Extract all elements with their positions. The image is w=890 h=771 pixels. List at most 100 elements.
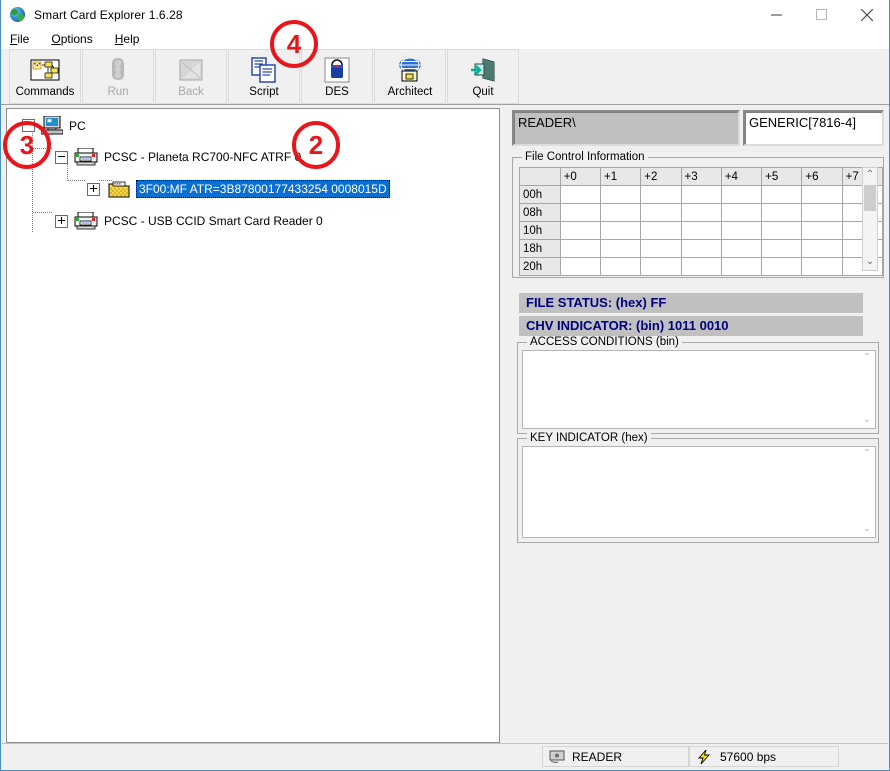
application-window: Smart Card Explorer 1.6.28 File Options … (0, 0, 890, 771)
fci-cell[interactable] (680, 185, 722, 204)
fci-cell[interactable] (720, 185, 763, 204)
toolbar-button-commands[interactable]: Commands (9, 49, 81, 104)
fci-cell[interactable] (640, 185, 682, 204)
script-icon (250, 55, 278, 85)
reader-path-field[interactable]: READER\ (512, 110, 740, 146)
tree-node-reader-planeta[interactable]: PCSC - Planeta RC700-NFC ATRF 0 (55, 147, 301, 166)
fci-cell[interactable] (559, 257, 601, 276)
fci-cell[interactable] (801, 257, 843, 276)
tree-expander-expand[interactable] (87, 182, 100, 196)
tree-node-reader-usb-ccid[interactable]: PCSC - USB CCID Smart Card Reader 0 (55, 211, 323, 230)
fci-cell[interactable] (801, 185, 843, 204)
card-type-field[interactable]: GENERIC[7816-4] (743, 110, 884, 146)
minimize-icon[interactable] (754, 0, 799, 29)
access-conditions-title: ACCESS CONDITIONS (bin) (527, 336, 682, 348)
fci-cell[interactable] (761, 203, 803, 222)
toolbar-label-architect: Architect (387, 86, 433, 98)
close-icon[interactable] (844, 0, 889, 29)
fci-cell[interactable] (640, 239, 682, 258)
fci-cell[interactable] (720, 239, 763, 258)
fci-cell[interactable] (680, 239, 722, 258)
table-row[interactable]: 18h (519, 239, 884, 258)
toolbar-label-back: Back (178, 86, 204, 98)
toolbar-label-commands: Commands (15, 86, 75, 98)
fci-scrollbar[interactable]: ⌃ ⌄ (862, 167, 878, 271)
fci-cell[interactable] (640, 257, 682, 276)
file-control-information-group: File Control Information +0 +1 +2 +3 +4 … (512, 151, 884, 278)
fci-cell[interactable] (559, 221, 601, 240)
fci-cell[interactable] (761, 257, 803, 276)
fci-cell[interactable] (720, 257, 763, 276)
file-status-line: FILE STATUS: (hex) FF (519, 293, 863, 313)
chv-indicator-line: CHV INDICATOR: (bin) 1011 0010 (519, 316, 863, 336)
fci-cell[interactable] (640, 203, 682, 222)
tree-expander-collapse[interactable] (55, 150, 68, 164)
chevron-down-icon[interactable]: ⌄ (863, 413, 871, 428)
table-row[interactable]: 10h (519, 221, 884, 240)
fci-cell[interactable] (761, 185, 803, 204)
tree-panel[interactable]: PC PCSC - Planeta RC700-NFC ATRF 0 3F00:… (6, 108, 500, 743)
menu-item-file[interactable]: File (10, 32, 29, 46)
fci-cell[interactable] (640, 221, 682, 240)
toolbar-button-architect[interactable]: Architect (374, 49, 446, 104)
fci-header-row: +0 +1 +2 +3 +4 +5 +6 +7 (519, 167, 884, 186)
fci-cell[interactable] (680, 257, 722, 276)
fci-cell[interactable] (599, 221, 642, 240)
fci-cell[interactable] (559, 185, 601, 204)
status-speed-cell[interactable]: 57600 bps (689, 746, 839, 767)
status-speed-label: 57600 bps (720, 749, 777, 764)
details-panel: READER\ GENERIC[7816-4] File Control Inf… (509, 108, 889, 743)
exit-door-icon (469, 55, 497, 85)
fci-table[interactable]: +0 +1 +2 +3 +4 +5 +6 +7 00h 08h 10h 18h … (519, 167, 884, 276)
menu-item-help-label: elp (123, 31, 140, 46)
fci-cell[interactable] (720, 221, 763, 240)
chevron-down-icon[interactable]: ⌄ (863, 522, 871, 537)
chevron-up-icon[interactable]: ⌃ (863, 351, 871, 366)
fci-cell[interactable] (559, 203, 601, 222)
fci-cell[interactable] (761, 221, 803, 240)
fci-cell[interactable] (720, 203, 763, 222)
fci-col-1: +1 (599, 167, 642, 186)
menu-item-options[interactable]: Options (51, 32, 92, 46)
fci-grid-wrap: +0 +1 +2 +3 +4 +5 +6 +7 00h 08h 10h 18h … (519, 167, 884, 276)
status-reader-label: READER (572, 749, 623, 764)
tree-label-mf-selected: 3F00:MF ATR=3B87800177433254 0008015D (136, 180, 390, 198)
key-indicator-scrollbar[interactable]: ⌃ ⌄ (859, 447, 875, 537)
fci-cell[interactable] (599, 185, 642, 204)
tree-expander-expand[interactable] (55, 214, 68, 228)
fci-cell[interactable] (801, 239, 843, 258)
table-row[interactable]: 00h (519, 185, 884, 204)
architect-icon (395, 55, 425, 85)
fci-cell[interactable] (559, 239, 601, 258)
fci-cell[interactable] (761, 239, 803, 258)
fci-col-2: +2 (640, 167, 682, 186)
fci-cell[interactable] (801, 203, 843, 222)
fci-cell[interactable] (599, 203, 642, 222)
access-conditions-scrollbar[interactable]: ⌃ ⌄ (859, 351, 875, 428)
table-row[interactable]: 08h (519, 203, 884, 222)
fci-cell[interactable] (680, 221, 722, 240)
chevron-down-icon[interactable]: ⌄ (866, 255, 874, 270)
chevron-up-icon[interactable]: ⌃ (863, 447, 871, 462)
menu-item-help[interactable]: Help (115, 32, 140, 46)
toolbar-button-quit[interactable]: Quit (447, 49, 519, 104)
key-indicator-field[interactable] (522, 446, 876, 538)
traffic-light-icon (107, 55, 129, 85)
table-row[interactable]: 20h (519, 257, 884, 276)
fci-cell[interactable] (680, 203, 722, 222)
scrollbar-thumb[interactable] (864, 185, 876, 211)
tree-node-mf[interactable]: 3F00:MF ATR=3B87800177433254 0008015D (87, 180, 390, 198)
panel-splitter[interactable] (501, 108, 509, 743)
maximize-icon[interactable] (799, 0, 844, 29)
des-icon (324, 55, 350, 85)
fci-cell[interactable] (599, 239, 642, 258)
fci-cell[interactable] (801, 221, 843, 240)
tree-label-reader-usb-ccid: PCSC - USB CCID Smart Card Reader 0 (104, 214, 323, 228)
fci-row-header: 18h (519, 239, 561, 258)
fci-col-corner (519, 167, 561, 186)
status-reader-cell[interactable]: READER (542, 746, 689, 767)
chevron-up-icon[interactable]: ⌃ (866, 168, 874, 183)
access-conditions-field[interactable] (522, 350, 876, 429)
fci-cell[interactable] (599, 257, 642, 276)
fci-row-header: 00h (519, 185, 561, 204)
